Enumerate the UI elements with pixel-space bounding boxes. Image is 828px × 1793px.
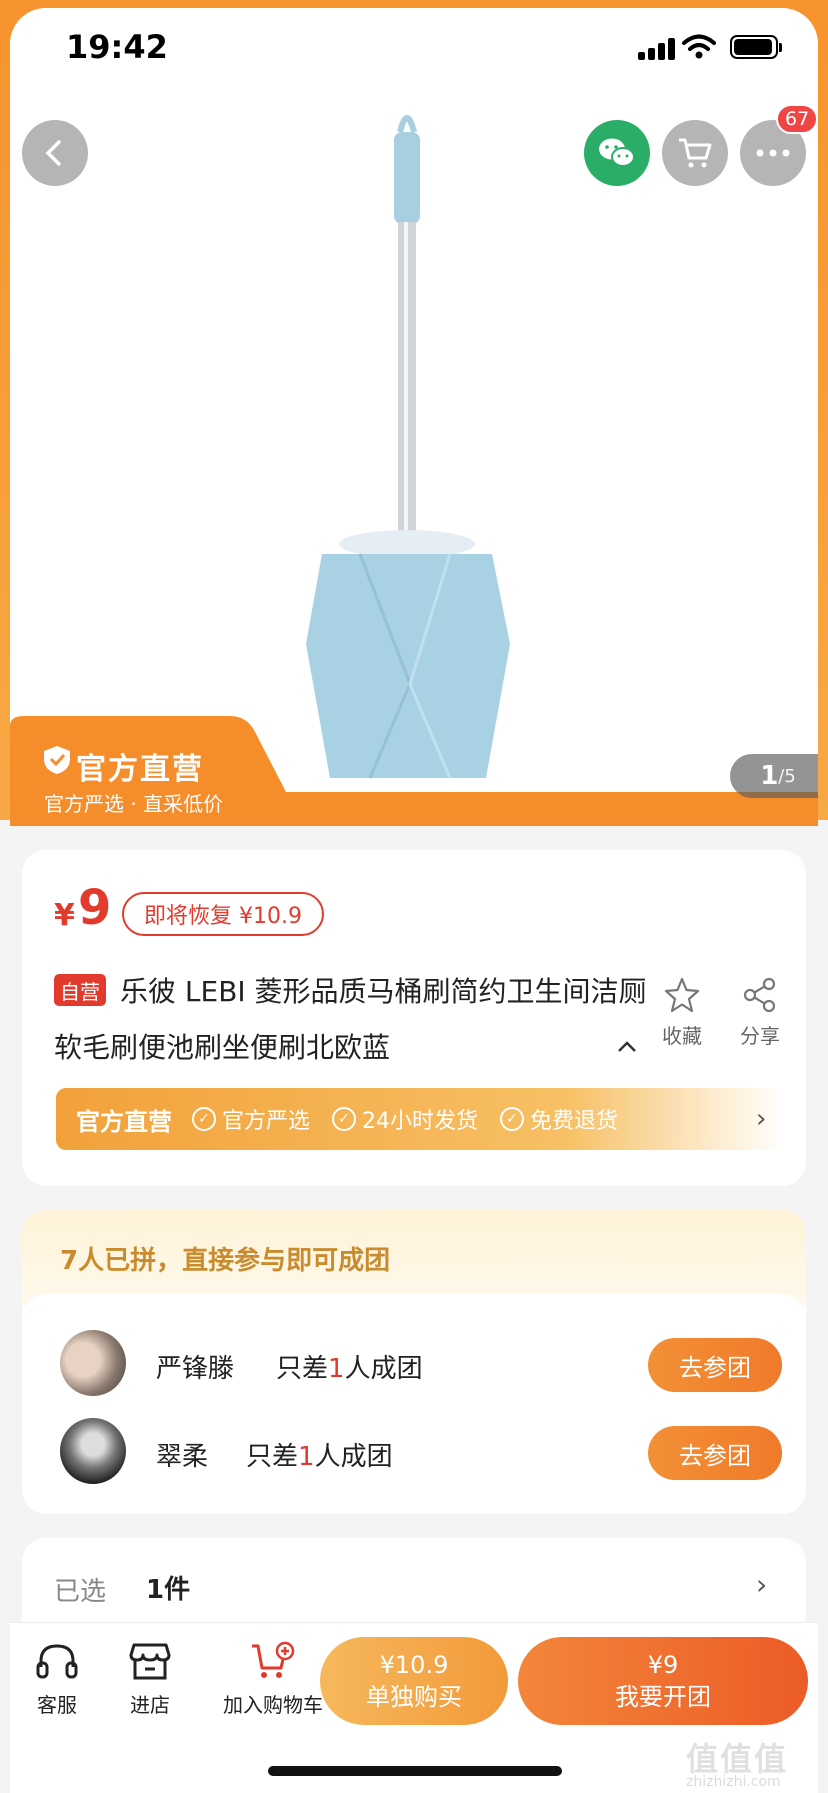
need-count: 1: [298, 1442, 315, 1472]
perk-official: 官方直营: [76, 1107, 172, 1136]
image-page-indicator: 1 /5: [730, 754, 818, 798]
cart-icon: [679, 138, 712, 168]
wechat-icon: [599, 138, 635, 167]
cart-add-icon: [252, 1641, 295, 1678]
need-prefix: 只差: [276, 1354, 329, 1384]
price-value: 9: [78, 880, 112, 936]
group-list: 严锋滕 只差1人成团 去参团 翠柔 只差1人成团 去参团: [22, 1294, 806, 1514]
group-row: 翠柔 只差1人成团 去参团: [22, 1412, 806, 1492]
share-label: 分享: [740, 1024, 780, 1048]
add-cart-label: 加入购物车: [223, 1693, 323, 1717]
wifi-icon: [682, 34, 716, 59]
perk-label: 官方严选: [222, 1109, 311, 1134]
share-icon: [743, 977, 776, 1013]
official-title: 官方直营: [76, 752, 204, 787]
need-count: 1: [328, 1354, 345, 1384]
perk-item: ✓ 免费退货: [500, 1103, 618, 1135]
avatar: [60, 1418, 126, 1484]
screen: 67 官方直营 官方严选 · 直采低价 1 /5 19:42 ¥ 9 即将恢复 …: [10, 8, 818, 1793]
product-image: [306, 115, 510, 779]
group-row: 严锋滕 只差1人成团 去参团: [22, 1324, 806, 1404]
join-group-button[interactable]: 去参团: [648, 1338, 782, 1392]
product-gallery[interactable]: 67 官方直营 官方严选 · 直采低价 1 /5: [10, 8, 818, 826]
price-currency: ¥: [54, 898, 75, 933]
price-restore-tag: 即将恢复 ¥10.9: [122, 892, 324, 936]
group-leader-name: 严锋滕: [156, 1354, 235, 1384]
join-group-button[interactable]: 去参团: [648, 1426, 782, 1480]
store-icon: [129, 1643, 171, 1680]
check-circle-icon: ✓: [192, 1107, 216, 1131]
group-buy-card: 7人已拼，直接参与即可成团 严锋滕 只差1人成团 去参团 翠柔 只差1人成团 去…: [22, 1210, 806, 1514]
group-need-text: 只差1人成团: [246, 1436, 393, 1473]
official-subtitle: 官方严选 · 直采低价: [44, 792, 224, 816]
cart-button[interactable]: [662, 120, 728, 186]
perk-label: 24小时发货: [362, 1109, 479, 1134]
solo-price: ¥10.9: [379, 1651, 449, 1679]
chevron-up-icon[interactable]: [616, 1040, 638, 1054]
product-title: 乐彼 LEBI 菱形品质马桶刷简约卫生间洁厕软毛刷便池刷坐便刷北欧蓝: [54, 975, 647, 1064]
status-time: 19:42: [66, 28, 168, 66]
check-circle-icon: ✓: [500, 1107, 525, 1131]
cellular-signal-icon: [638, 38, 675, 60]
perk-item: ✓ 24小时发货: [332, 1103, 478, 1135]
need-prefix: 只差: [246, 1442, 299, 1472]
self-operated-tag: 自营: [54, 974, 106, 1006]
solo-label: 单独购买: [366, 1683, 462, 1711]
group-price: ¥9: [647, 1651, 679, 1679]
service-perks-bar[interactable]: 官方直营 ✓ 官方严选 ✓ 24小时发货 ✓ 免费退货 ›: [56, 1088, 784, 1150]
group-need-text: 只差1人成团: [276, 1348, 423, 1385]
avatar: [60, 1330, 126, 1396]
group-buy-header: 7人已拼，直接参与即可成团: [22, 1210, 806, 1306]
favorite-button[interactable]: 收藏: [652, 976, 712, 1049]
watermark-url: zhizhizhi.com: [686, 1774, 781, 1790]
enter-store-button[interactable]: 进店: [122, 1641, 178, 1718]
page-current: 1: [760, 761, 779, 791]
wechat-share-button[interactable]: [584, 120, 650, 186]
group-leader-name: 翠柔: [156, 1442, 209, 1472]
page-total: /5: [778, 765, 796, 787]
home-indicator[interactable]: [268, 1766, 562, 1776]
chevron-right-icon: ›: [756, 1104, 767, 1134]
headset-icon: [36, 1644, 78, 1679]
selected-label: 已选: [54, 1577, 107, 1607]
back-button[interactable]: [22, 120, 88, 186]
selected-value: 1件: [146, 1575, 191, 1605]
buy-alone-button[interactable]: ¥10.9 单独购买: [320, 1637, 508, 1725]
service-label: 客服: [37, 1693, 77, 1717]
need-suffix: 人成团: [344, 1354, 423, 1384]
more-dots-icon: [756, 149, 790, 157]
chevron-left-icon: [45, 140, 61, 166]
customer-service-button[interactable]: 客服: [22, 1641, 92, 1718]
cart-count-badge: 67: [776, 104, 818, 134]
need-suffix: 人成团: [314, 1442, 393, 1472]
star-icon: [664, 977, 700, 1013]
status-bar: 19:42: [10, 8, 818, 88]
group-label: 我要开团: [615, 1683, 711, 1711]
perk-label: 免费退货: [530, 1109, 619, 1134]
share-button[interactable]: 分享: [730, 976, 790, 1049]
store-label: 进店: [130, 1693, 170, 1717]
shield-check-icon: [44, 746, 70, 774]
check-circle-icon: ✓: [332, 1107, 357, 1131]
group-buy-summary: 7人已拼，直接参与即可成团: [60, 1246, 391, 1276]
start-group-button[interactable]: ¥9 我要开团: [518, 1637, 808, 1725]
perk-item: ✓ 官方严选: [192, 1103, 310, 1135]
battery-icon: [730, 35, 782, 59]
favorite-label: 收藏: [662, 1024, 702, 1048]
chevron-right-icon[interactable]: ›: [756, 1568, 767, 1601]
